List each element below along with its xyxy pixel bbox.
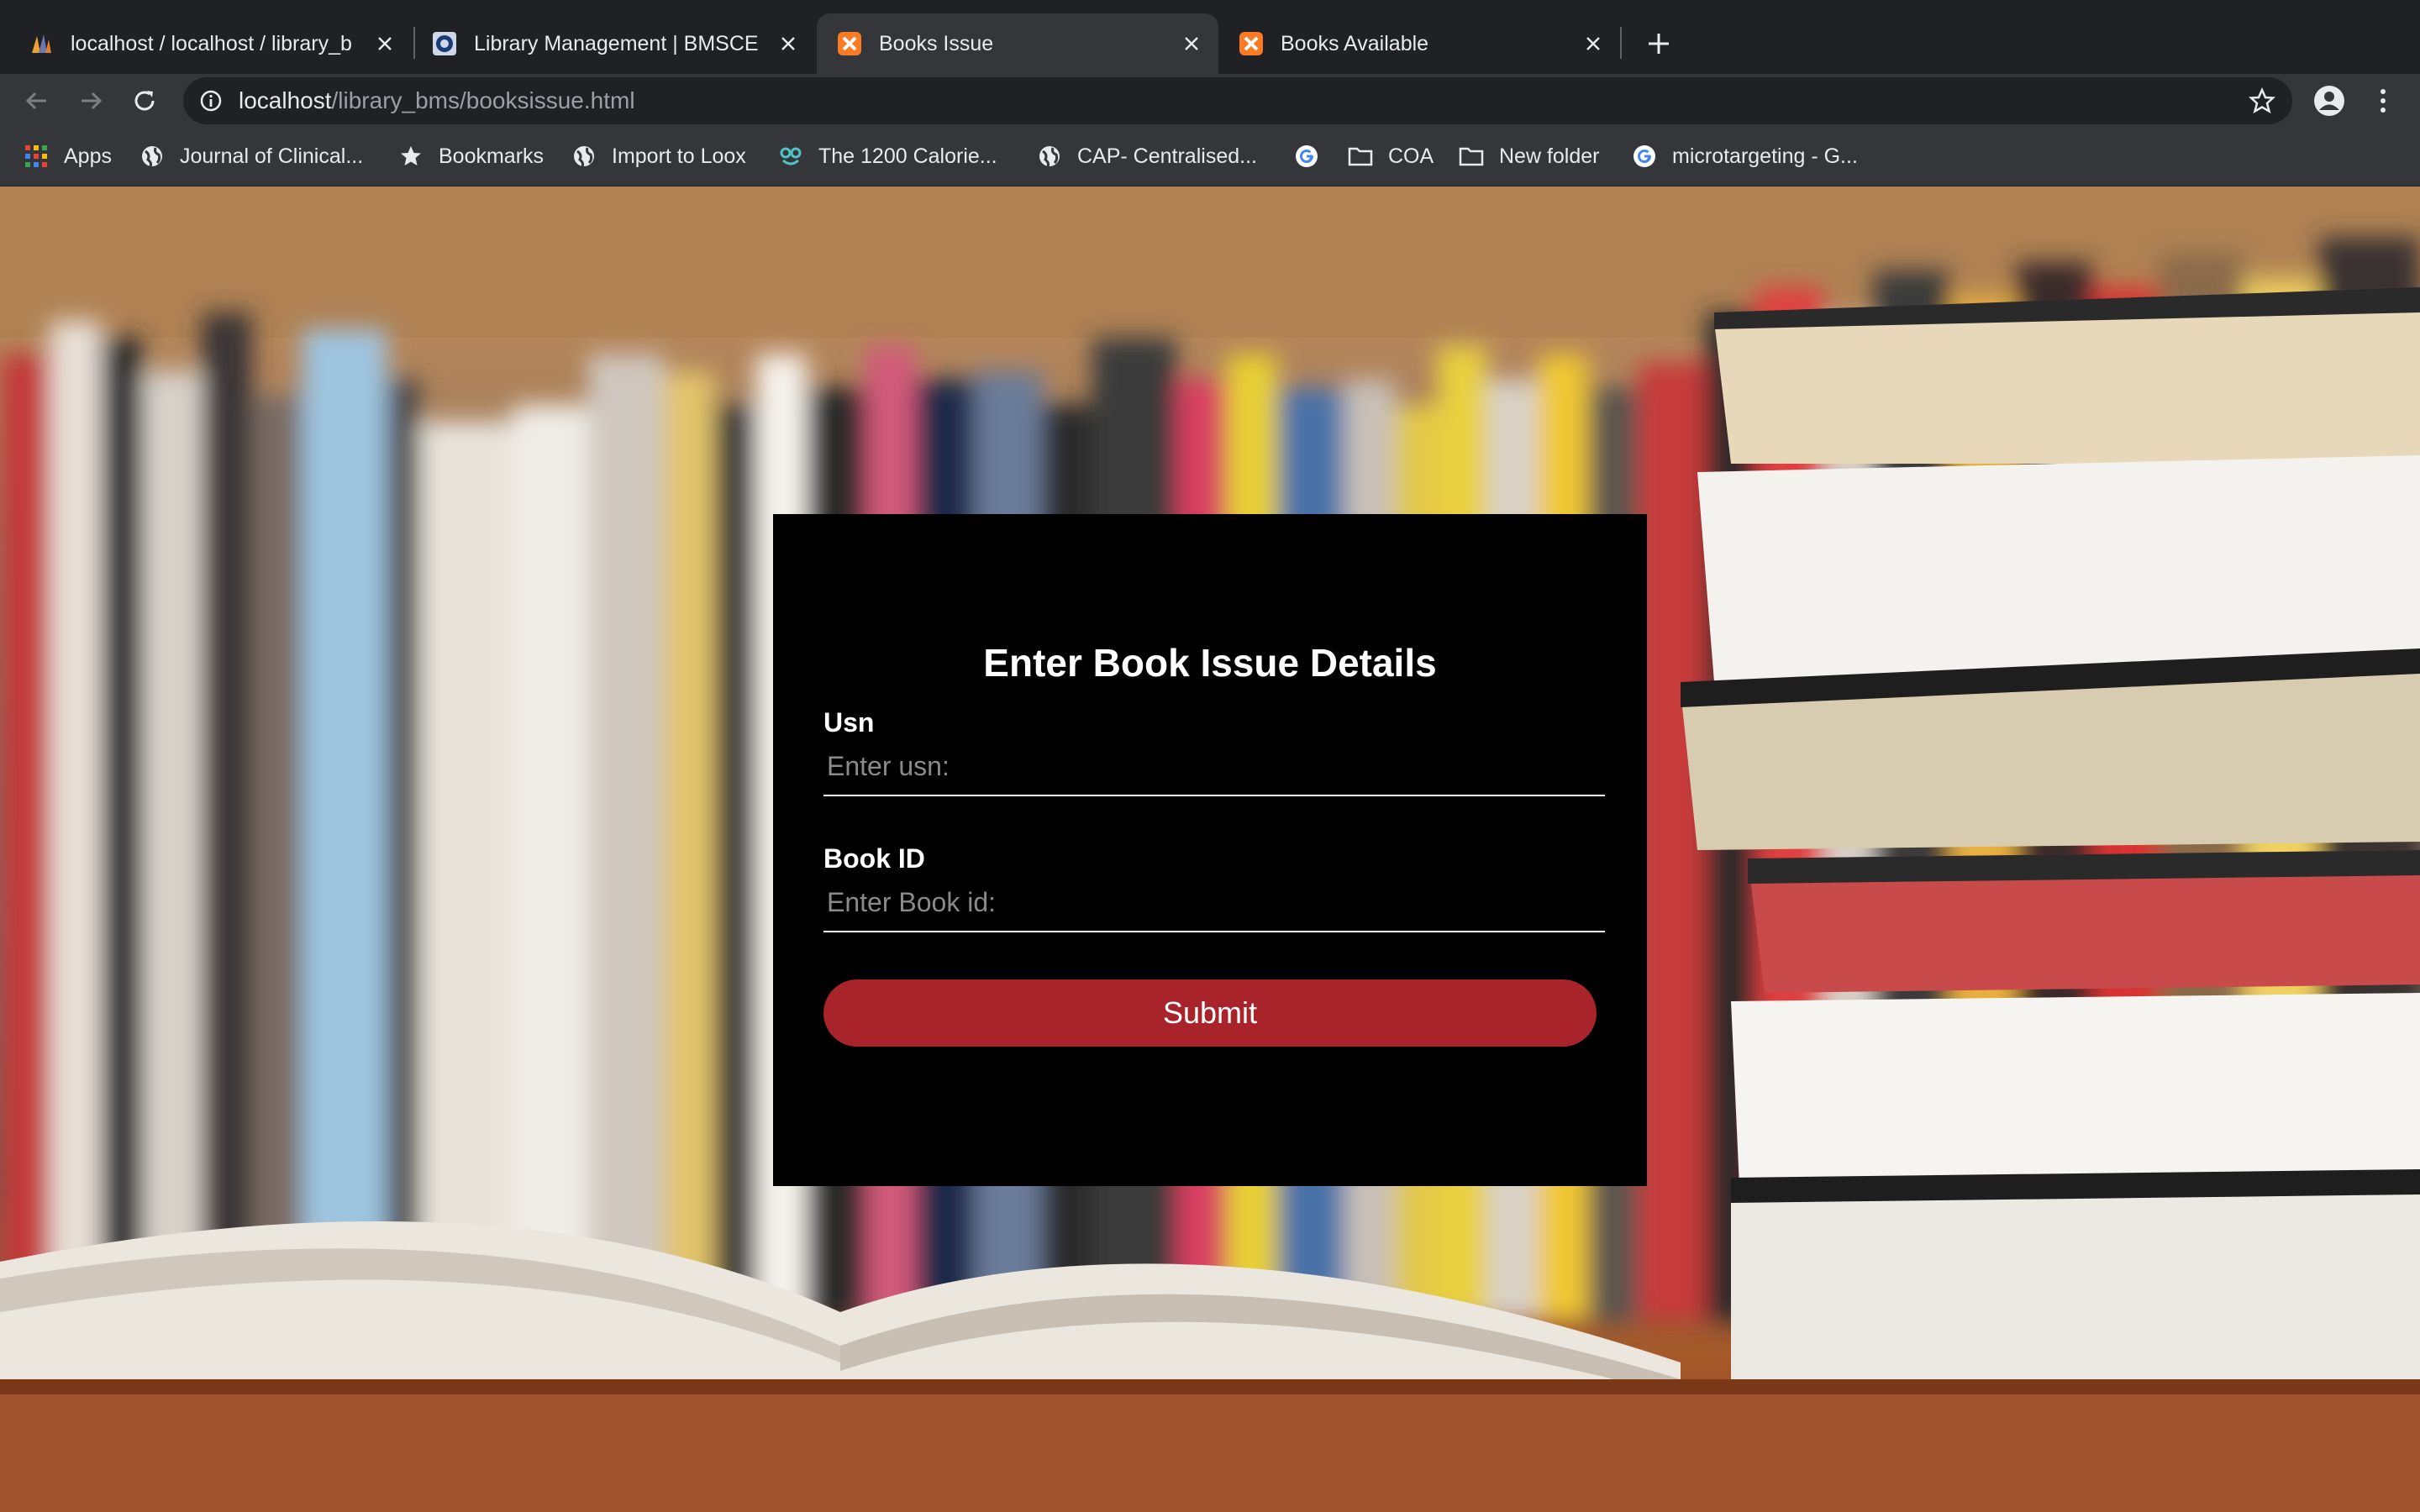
google-icon [1632, 144, 1657, 169]
tab-phpmyadmin[interactable]: localhost / localhost / library_b [8, 13, 412, 74]
phpmyadmin-icon [32, 34, 51, 53]
bookmark-label: COA [1388, 144, 1434, 168]
close-icon[interactable] [1176, 29, 1207, 59]
bookmark-label: The 1200 Calorie... [818, 144, 997, 168]
bookmark-1200-calorie[interactable]: The 1200 Calorie... [778, 139, 997, 173]
bookmarks-bar: Apps Journal of Clinical... Bookmarks Im… [0, 128, 2420, 186]
bookmark-label: CAP- Centralised... [1077, 144, 1257, 168]
tab-strip: localhost / localhost / library_b Librar… [0, 0, 2420, 74]
arrow-right-icon [82, 92, 103, 110]
xampp-icon [1239, 32, 1263, 55]
kebab-menu-icon [2381, 89, 2386, 113]
back-button[interactable] [18, 82, 55, 119]
tab-title: Books Available [1281, 31, 1429, 55]
close-icon[interactable] [370, 29, 400, 59]
bookmark-label: Journal of Clinical... [180, 144, 364, 168]
plus-icon [1649, 34, 1669, 54]
info-icon[interactable] [198, 88, 224, 113]
page-viewport: Enter Book Issue Details Usn Book ID Sub… [0, 186, 2420, 1512]
url-text: localhost/library_bms/booksissue.html [239, 87, 635, 114]
globe-icon [571, 144, 597, 169]
bookmark-new-folder[interactable]: New folder [1459, 139, 1600, 173]
url-host: localhost [239, 87, 332, 113]
bookmark-coa[interactable]: COA [1348, 139, 1434, 173]
bookmark-google[interactable] [1294, 139, 1334, 173]
google-icon [1294, 144, 1319, 169]
address-bar[interactable]: localhost/library_bms/booksissue.html [183, 77, 2292, 124]
arrow-left-icon [25, 92, 46, 110]
bookmark-import-loox[interactable]: Import to Loox [571, 139, 746, 173]
tab-separator [1620, 27, 1622, 59]
globe-icon [1037, 144, 1062, 169]
bookmark-label: Bookmarks [439, 144, 544, 168]
close-icon[interactable] [773, 29, 803, 59]
bookmark-microtargeting[interactable]: microtargeting - G... [1632, 139, 1858, 173]
calorie-icon [778, 144, 803, 169]
profile-button[interactable] [2311, 82, 2348, 119]
bookmark-apps[interactable]: Apps [24, 139, 112, 173]
usn-input[interactable] [823, 738, 1605, 796]
bookmark-label: microtargeting - G... [1672, 144, 1858, 168]
star-icon [398, 144, 424, 169]
url-path: /library_bms/booksissue.html [331, 87, 635, 113]
tab-title: localhost / localhost / library_b [71, 31, 352, 55]
tab-books-issue[interactable]: Books Issue [817, 13, 1218, 74]
book-id-label: Book ID [823, 843, 925, 874]
bookmark-journal[interactable]: Journal of Clinical... [139, 139, 363, 173]
reload-button[interactable] [126, 82, 163, 119]
bookmark-cap[interactable]: CAP- Centralised... [1037, 139, 1257, 173]
bookmark-label: Apps [64, 144, 112, 168]
globe-icon [139, 144, 165, 169]
tab-books-available[interactable]: Books Available [1218, 13, 1620, 74]
browser-toolbar: localhost/library_bms/booksissue.html [0, 74, 2420, 128]
tab-title: Books Issue [879, 31, 994, 55]
folder-icon [1348, 144, 1373, 169]
forward-button[interactable] [72, 82, 109, 119]
book-issue-form: Enter Book Issue Details Usn Book ID Sub… [773, 514, 1647, 1186]
submit-button[interactable]: Submit [823, 979, 1597, 1047]
reload-icon [134, 91, 155, 111]
xampp-icon [838, 32, 861, 55]
bookmark-label: Import to Loox [612, 144, 746, 168]
menu-button[interactable] [2365, 82, 2402, 119]
folder-icon [1459, 144, 1484, 169]
account-icon [2314, 86, 2344, 116]
usn-label: Usn [823, 707, 875, 738]
form-title: Enter Book Issue Details [983, 641, 1437, 685]
bookmark-bookmarks[interactable]: Bookmarks [398, 139, 544, 173]
close-icon[interactable] [1578, 29, 1608, 59]
bmsce-logo-icon [433, 32, 456, 55]
apps-grid-icon [24, 144, 49, 169]
new-tab-button[interactable] [1639, 24, 1679, 64]
tab-title: Library Management | BMSCE [474, 31, 759, 55]
book-id-input[interactable] [823, 874, 1605, 932]
bookmark-star-icon[interactable] [2247, 86, 2277, 116]
tab-library-management[interactable]: Library Management | BMSCE [412, 13, 815, 74]
bookmark-label: New folder [1499, 144, 1600, 168]
